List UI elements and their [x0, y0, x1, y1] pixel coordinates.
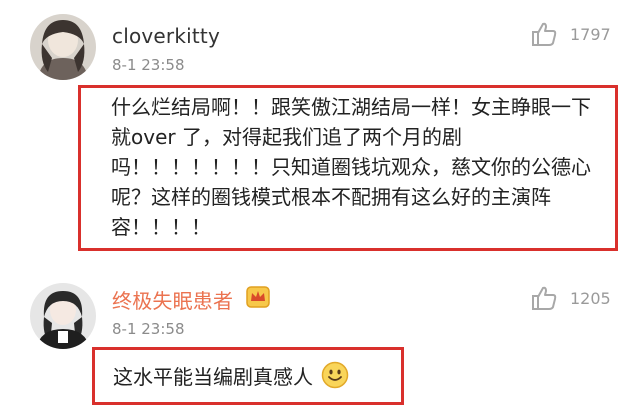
- like-count: 1205: [570, 288, 611, 308]
- comment-highlight-box: 这水平能当编剧真感人: [92, 347, 404, 405]
- thumbs-up-icon: [532, 22, 557, 46]
- avatar-image: [30, 283, 96, 349]
- smiley-emoji-icon: [322, 361, 349, 389]
- avatar[interactable]: [30, 283, 96, 349]
- comment-timestamp: 8-1 23:58: [112, 320, 185, 338]
- comment-timestamp: 8-1 23:58: [112, 56, 185, 74]
- comment-text: 什么烂结局啊！！跟笑傲江湖结局一样！女主睁眼一下就over 了，对得起我们追了两…: [111, 95, 591, 239]
- avatar-image: [30, 14, 96, 80]
- comment-username[interactable]: cloverkitty: [112, 24, 220, 48]
- thumbs-up-icon: [532, 286, 557, 310]
- comment-highlight-box: 什么烂结局啊！！跟笑傲江湖结局一样！女主睁眼一下就over 了，对得起我们追了两…: [78, 85, 618, 251]
- crown-icon: [246, 286, 270, 308]
- avatar[interactable]: [30, 14, 96, 80]
- like-button[interactable]: 1205: [530, 284, 611, 312]
- comment-text: 这水平能当编剧真感人: [113, 361, 349, 392]
- like-button[interactable]: 1797: [530, 20, 611, 48]
- comment-username[interactable]: 终极失眠患者: [112, 285, 233, 314]
- like-count: 1797: [570, 24, 611, 44]
